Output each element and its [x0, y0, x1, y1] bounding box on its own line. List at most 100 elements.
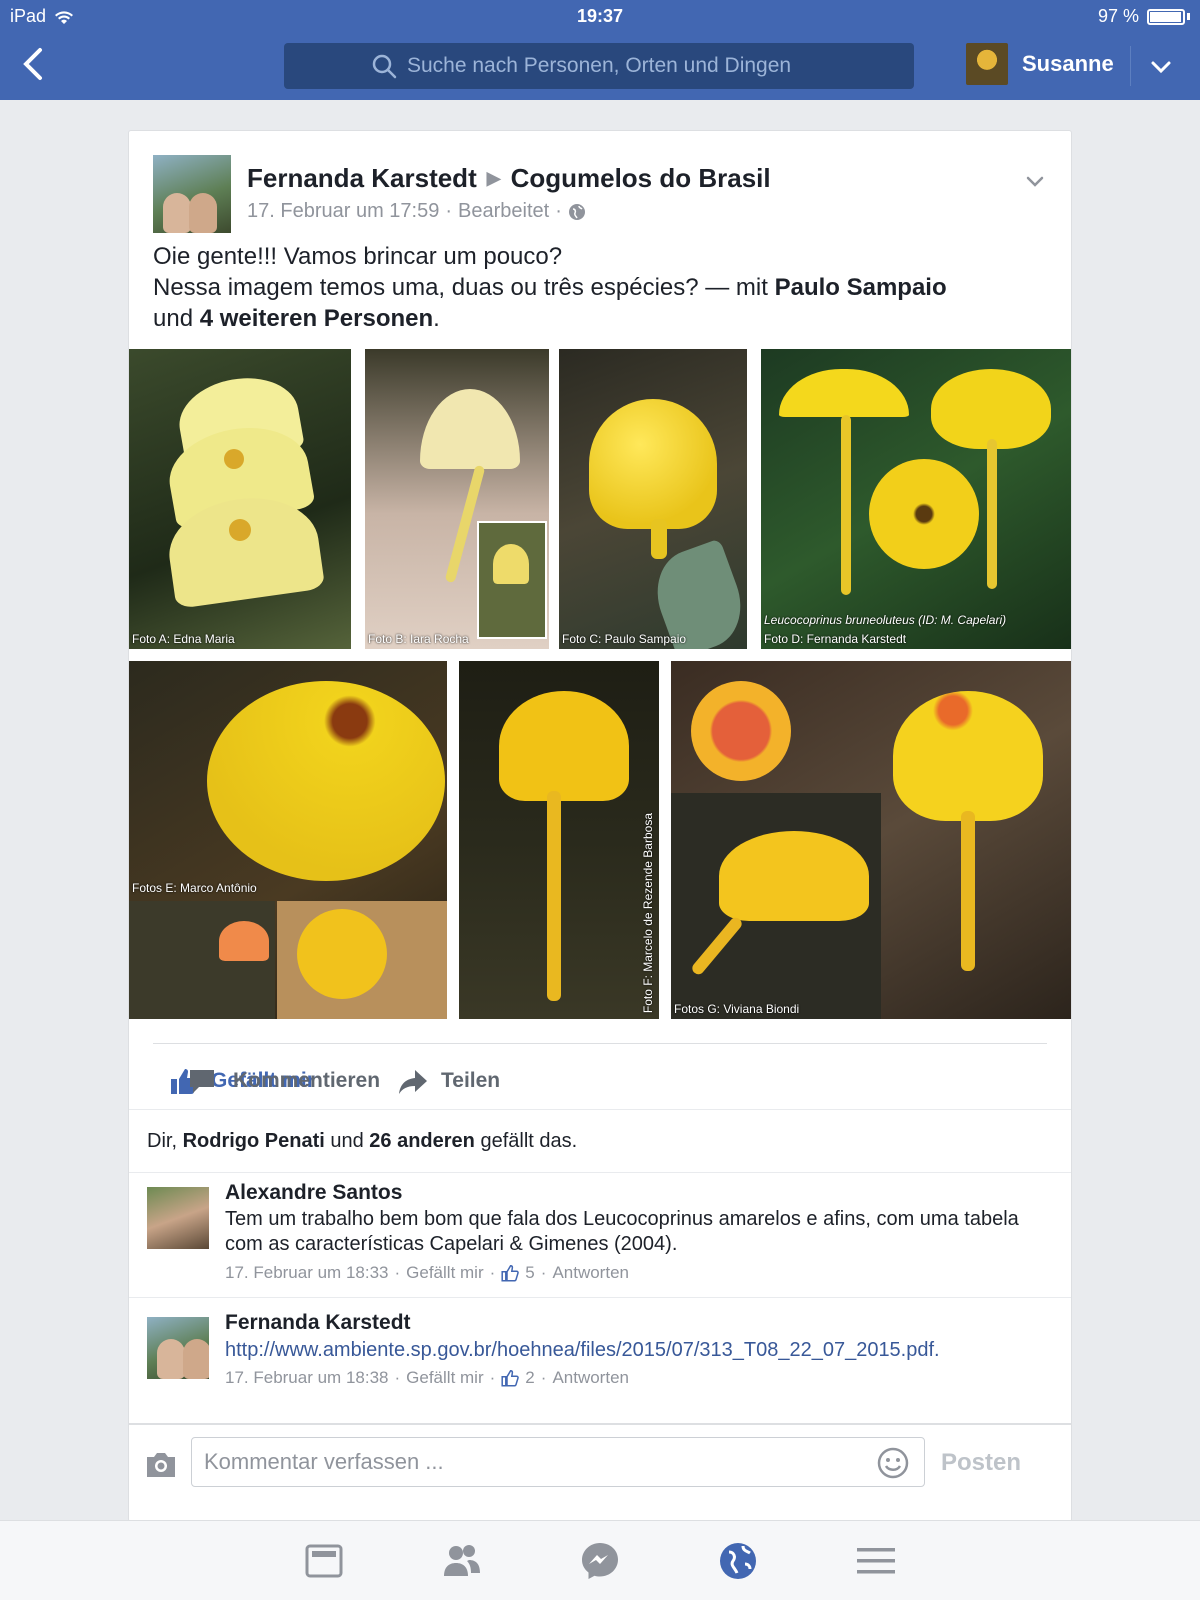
photo-a[interactable]: Foto A: Edna Maria [129, 349, 351, 649]
meta-separator: · [489, 1263, 496, 1282]
comment-body: Fernanda Karstedt http://www.ambiente.sp… [225, 1311, 1055, 1388]
likes-others[interactable]: 26 anderen [369, 1130, 475, 1152]
author-name[interactable]: Fernanda Karstedt [247, 163, 477, 194]
bottom-tab-bar [0, 1520, 1200, 1600]
edited-label[interactable]: Bearbeitet [458, 200, 549, 223]
profile-button[interactable]: Susanne [966, 43, 1114, 85]
comment-body: Alexandre Santos Tem um trabalho bem bom… [225, 1181, 1055, 1283]
battery: 97 % [1098, 6, 1190, 27]
divider [129, 1297, 1071, 1298]
commenter-name[interactable]: Alexandre Santos [225, 1181, 1055, 1205]
meta-separator: · [540, 1368, 547, 1387]
meta-separator: · [394, 1263, 401, 1282]
meta-separator: · [445, 200, 453, 222]
meta-separator: · [394, 1368, 401, 1387]
commenter-avatar[interactable] [147, 1317, 209, 1379]
period: . [433, 305, 440, 332]
comment-like-button[interactable]: Gefällt mir [406, 1263, 483, 1283]
comment-like-count[interactable]: 5 [525, 1263, 534, 1283]
messenger-icon[interactable] [579, 1540, 621, 1582]
battery-icon [1147, 8, 1185, 25]
post-actions: Gefällt mir Kommentieren Teilen [169, 1053, 1039, 1109]
profile-name: Susanne [1022, 51, 1114, 76]
comment-button[interactable]: Kommentieren [169, 1066, 439, 1096]
photo-b[interactable]: Foto B: Iara Rocha [365, 349, 549, 649]
globe-icon [568, 203, 585, 220]
photo-d-species: Leucocoprinus bruneoluteus (ID: M. Capel… [764, 613, 1007, 627]
emoji-icon[interactable] [877, 1447, 909, 1479]
battery-percent: 97 % [1097, 6, 1139, 26]
comment-time[interactable]: 17. Februar um 18:38 [225, 1368, 388, 1388]
comment-time[interactable]: 17. Februar um 18:33 [225, 1263, 388, 1283]
photo-f-caption: Foto F: Marcelo de Rezende Barbosa [641, 812, 655, 1013]
triangle-right-icon: ▶ [486, 168, 501, 188]
friends-icon[interactable] [441, 1540, 483, 1582]
profile-avatar [966, 43, 1008, 85]
comment-meta: 17. Februar um 18:33 · Gefällt mir · 5 · An… [225, 1263, 1055, 1283]
thumbs-up-outline-icon [501, 1370, 520, 1387]
post-options-chevron-icon[interactable] [1023, 169, 1047, 193]
back-icon[interactable] [18, 46, 48, 82]
reply-button[interactable]: Antworten [552, 1263, 629, 1283]
news-feed-icon[interactable] [303, 1540, 345, 1582]
meta-separator: · [489, 1368, 496, 1387]
author-avatar[interactable] [153, 155, 231, 233]
search-bar[interactable] [284, 43, 914, 89]
photo-c[interactable]: Foto C: Paulo Sampaio [559, 349, 747, 649]
photo-b-caption: Foto B: Iara Rocha [368, 632, 469, 646]
post-card: Fernanda Karstedt ▶ Cogumelos do Brasil … [128, 130, 1072, 1522]
thumbs-up-outline-icon [501, 1265, 520, 1282]
photo-f[interactable]: Foto F: Marcelo de Rezende Barbosa [459, 661, 659, 1019]
post-line-3: und 4 weiteren Personen. [153, 303, 1043, 334]
commenter-name[interactable]: Fernanda Karstedt [225, 1311, 1055, 1335]
photo-collage[interactable]: Foto A: Edna Maria Foto B: Iara Rocha Fo… [129, 349, 1071, 1025]
comment-link-url[interactable]: http://www.ambiente.sp.gov.br/hoehnea/fi… [225, 1339, 934, 1361]
photo-e[interactable]: Fotos E: Marco Antônio [129, 661, 447, 1019]
and-text: und [153, 305, 200, 332]
meta-separator: · [540, 1263, 547, 1282]
search-icon [372, 54, 397, 79]
comment-item: Fernanda Karstedt http://www.ambiente.sp… [129, 1311, 1071, 1388]
likes-suffix: gefällt das. [474, 1130, 578, 1152]
photo-d[interactable]: Leucocoprinus bruneoluteus (ID: M. Capel… [761, 349, 1071, 649]
post-line-1: Oie gente!!! Vamos brincar um pouco? [153, 243, 563, 270]
likes-prefix: Dir, [147, 1130, 183, 1152]
status-bar: iPad 19:37 97 % [0, 0, 1200, 32]
comment-link[interactable]: http://www.ambiente.sp.gov.br/hoehnea/fi… [225, 1339, 1055, 1362]
post-meta: 17. Februar um 17:59 · Bearbeitet · [247, 200, 771, 223]
photo-e-caption: Fotos E: Marco Antônio [132, 881, 257, 895]
liker-name[interactable]: Rodrigo Penati [183, 1130, 325, 1152]
comment-like-button[interactable]: Gefällt mir [406, 1368, 483, 1388]
battery-tip [1187, 13, 1190, 20]
tagged-others[interactable]: 4 weiteren Personen [200, 305, 433, 332]
comment-item: Alexandre Santos Tem um trabalho bem bom… [129, 1181, 1071, 1283]
comment-label: Kommentieren [233, 1069, 381, 1092]
photo-g-caption: Fotos G: Viviana Biondi [674, 1002, 800, 1016]
likes-summary[interactable]: Dir, Rodrigo Penati und 26 anderen gefäl… [129, 1109, 1071, 1173]
reply-button[interactable]: Antworten [552, 1368, 629, 1388]
clock: 19:37 [576, 6, 624, 26]
notifications-globe-icon[interactable] [717, 1540, 759, 1582]
comment-like-count[interactable]: 2 [525, 1368, 534, 1388]
photo-g[interactable]: Fotos G: Viviana Biondi [671, 661, 1071, 1019]
photo-c-caption: Foto C: Paulo Sampaio [562, 632, 687, 646]
menu-icon[interactable] [855, 1540, 897, 1582]
chevron-down-icon[interactable] [1146, 52, 1176, 82]
post-title-line: Fernanda Karstedt ▶ Cogumelos do Brasil [247, 163, 771, 194]
comment-bubble-icon [190, 1070, 214, 1093]
tagged-person[interactable]: Paulo Sampaio [775, 274, 947, 301]
camera-icon[interactable] [143, 1447, 179, 1483]
post-header: Fernanda Karstedt ▶ Cogumelos do Brasil … [153, 155, 771, 233]
post-timestamp[interactable]: 17. Februar um 17:59 [247, 200, 439, 223]
post-author-block: Fernanda Karstedt ▶ Cogumelos do Brasil … [247, 155, 771, 233]
commenter-avatar[interactable] [147, 1187, 209, 1249]
top-bar: iPad 19:37 97 % Susanne [0, 0, 1200, 100]
comment-input[interactable] [191, 1437, 925, 1487]
period: . [934, 1339, 940, 1361]
search-input[interactable] [407, 54, 827, 78]
post-line-2: Nessa imagem temos uma, duas ou três esp… [153, 272, 1043, 303]
group-name[interactable]: Cogumelos do Brasil [511, 163, 771, 194]
comment-meta: 17. Februar um 18:38 · Gefällt mir · 2 · An… [225, 1368, 1055, 1388]
post-comment-button[interactable]: Posten [941, 1449, 1021, 1477]
share-label: Teilen [441, 1069, 501, 1092]
